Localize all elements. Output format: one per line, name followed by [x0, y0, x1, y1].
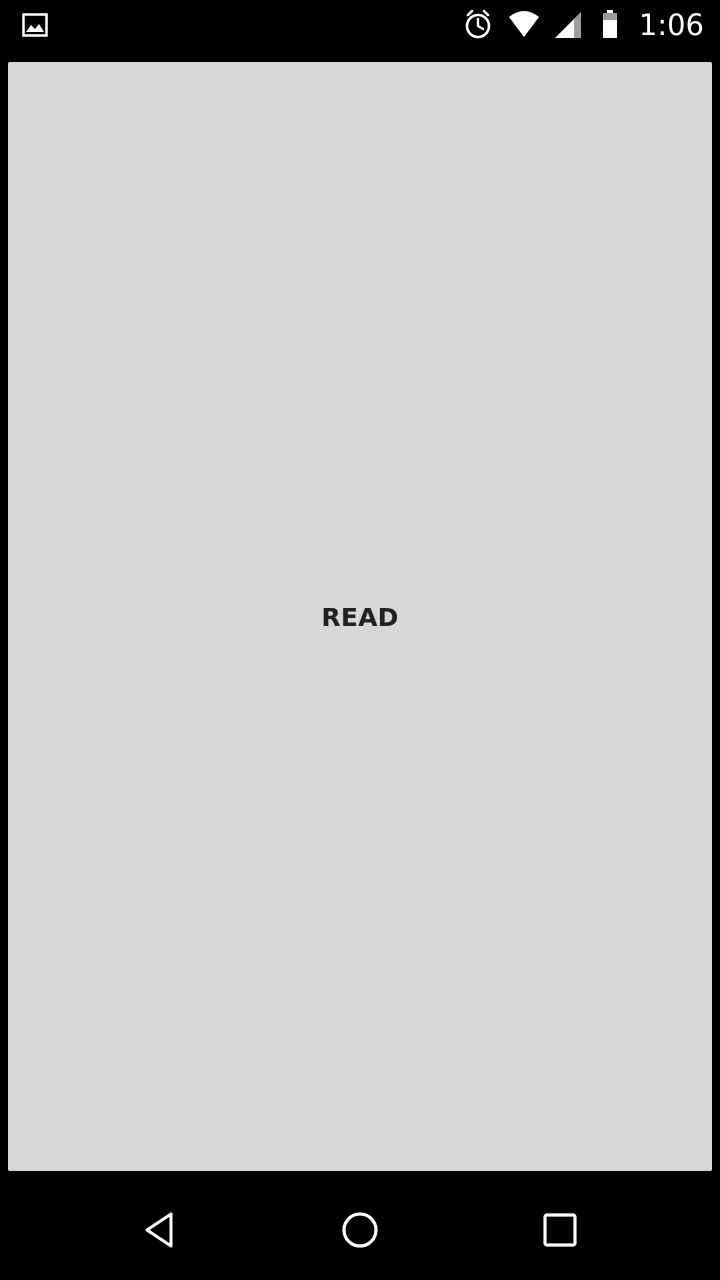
image-notification-icon [22, 13, 48, 37]
navigation-bar [0, 1184, 720, 1280]
phone-screen: 1:06 READ [0, 0, 720, 1280]
back-button[interactable] [132, 1204, 188, 1260]
home-button[interactable] [332, 1204, 388, 1260]
read-button-label: READ [321, 603, 399, 632]
status-time: 1:06 [638, 8, 704, 42]
home-icon [340, 1210, 380, 1255]
cell-signal-icon [551, 0, 595, 50]
recents-button[interactable] [532, 1204, 588, 1260]
back-icon [140, 1210, 180, 1255]
status-icons: 1:06 [463, 0, 704, 50]
recents-icon [540, 1210, 580, 1255]
status-bar: 1:06 [0, 0, 720, 50]
battery-icon [595, 0, 629, 50]
alarm-icon [463, 0, 507, 50]
wifi-icon [507, 0, 551, 50]
read-button[interactable]: READ [8, 62, 712, 1171]
